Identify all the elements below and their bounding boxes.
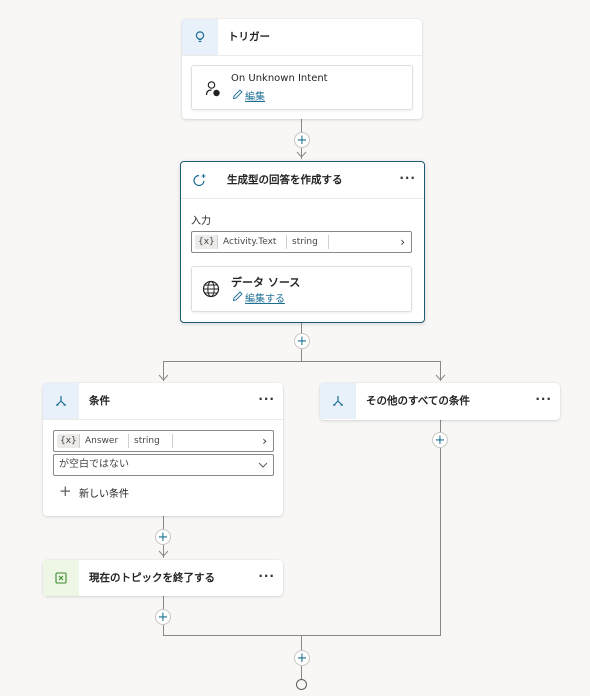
variable-name: Activity.Text [223, 237, 277, 247]
connector-else-down [440, 420, 441, 635]
variable-name: Answer [85, 436, 119, 446]
divider [79, 434, 80, 448]
condition-variable[interactable]: {x} Answer string › [53, 430, 274, 452]
globe-icon [202, 280, 220, 298]
trigger-title: トリガー [228, 31, 270, 43]
condition-operator-dropdown[interactable]: が空白ではない [53, 454, 274, 476]
variable-type: string [134, 436, 160, 446]
variable-icon: {x} [57, 434, 80, 448]
else-icon-wrap [320, 383, 356, 419]
operator-value: が空白ではない [59, 459, 129, 470]
add-node-button[interactable]: + [155, 529, 171, 545]
divider [286, 235, 287, 249]
divider [128, 434, 129, 448]
data-source-edit-link[interactable]: 編集する [245, 290, 285, 305]
arrow-head-icon [158, 550, 169, 557]
generative-input-variable[interactable]: {x} Activity.Text string › [191, 231, 412, 253]
generative-input-label: 入力 [191, 216, 211, 227]
divider [328, 235, 329, 249]
trigger-intent-name: On Unknown Intent [231, 73, 328, 84]
add-node-button[interactable]: + [155, 609, 171, 625]
pencil-icon [232, 89, 243, 100]
data-source-title: データ ソース [231, 276, 301, 289]
end-topic-title: 現在のトピックを終了する [89, 572, 215, 584]
data-source-box[interactable]: データ ソース 編集する [191, 266, 412, 312]
branch-icon [56, 396, 66, 406]
add-node-button[interactable]: + [294, 650, 310, 666]
condition-header: 条件 ··· [43, 383, 283, 420]
add-node-button[interactable]: + [294, 132, 310, 148]
variable-type: string [292, 237, 318, 247]
generative-answers-node[interactable]: 生成型の回答を作成する ··· 入力 {x} Activity.Text str… [180, 161, 425, 323]
arrow-head-icon [296, 151, 307, 158]
arrow-head-icon [435, 374, 446, 381]
more-options-button[interactable]: ··· [535, 383, 552, 419]
generative-header: 生成型の回答を作成する ··· [181, 162, 424, 199]
trigger-icon-wrap [182, 19, 218, 55]
add-new-condition-button[interactable]: + 新しい条件 [59, 482, 179, 500]
connector-branch-split [163, 361, 441, 362]
add-node-button[interactable]: + [432, 432, 448, 448]
new-condition-label: 新しい条件 [79, 489, 129, 500]
divider [172, 434, 173, 448]
else-title: その他のすべての条件 [366, 395, 470, 407]
else-header: その他のすべての条件 ··· [320, 383, 560, 419]
generative-icon-wrap [181, 162, 217, 198]
more-options-button[interactable]: ··· [258, 383, 275, 419]
else-condition-node[interactable]: その他のすべての条件 ··· [320, 383, 560, 420]
flow-end-circle [296, 679, 307, 690]
more-options-button[interactable]: ··· [399, 162, 416, 198]
condition-icon-wrap [43, 383, 79, 419]
plus-icon: + [59, 482, 72, 500]
end-topic-icon-wrap [43, 560, 79, 596]
branch-icon [333, 396, 343, 406]
end-close-icon [55, 572, 67, 584]
lightbulb-icon [195, 31, 205, 43]
generative-sparkle-icon [192, 173, 205, 186]
person-icon [205, 81, 220, 97]
chevron-right-icon[interactable]: › [400, 235, 405, 249]
trigger-node[interactable]: トリガー On Unknown Intent 編集 [182, 19, 422, 119]
end-topic-header: 現在のトピックを終了する ··· [43, 560, 283, 596]
divider [217, 235, 218, 249]
trigger-edit-link[interactable]: 編集 [245, 88, 265, 103]
chevron-down-icon [258, 462, 268, 468]
condition-node[interactable]: 条件 ··· {x} Answer string › が空白ではない + 新しい… [43, 383, 283, 516]
trigger-header: トリガー [182, 19, 422, 56]
chevron-right-icon[interactable]: › [262, 434, 267, 448]
condition-title: 条件 [89, 395, 110, 407]
pencil-icon [232, 291, 243, 302]
generative-title: 生成型の回答を作成する [227, 174, 343, 186]
trigger-intent-box[interactable]: On Unknown Intent 編集 [191, 65, 413, 110]
connector-branch-merge [163, 635, 441, 636]
variable-icon: {x} [195, 235, 218, 249]
more-options-button[interactable]: ··· [258, 560, 275, 596]
arrow-head-icon [158, 374, 169, 381]
end-topic-node[interactable]: 現在のトピックを終了する ··· [43, 560, 283, 596]
add-node-button[interactable]: + [294, 333, 310, 349]
